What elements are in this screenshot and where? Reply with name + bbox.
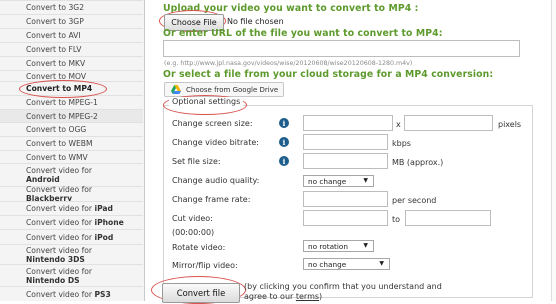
sidebar-item[interactable]: Convert to AVI	[0, 28, 143, 42]
audio-quality-value: no change	[308, 176, 347, 186]
sidebar-item[interactable]: Convert to OGG	[0, 122, 143, 136]
sidebar-item[interactable]: Convert video for Nintendo 3DS	[0, 244, 143, 264]
sidebar-item-device: iPhone	[94, 218, 124, 227]
sidebar-item-label: Convert video for	[26, 232, 93, 242]
dropdown-arrow-icon: ▼	[379, 260, 384, 267]
sidebar-item-label: Convert video for	[26, 245, 93, 255]
sidebar-item[interactable]: Convert to FLV	[0, 42, 143, 56]
screen-width-input[interactable]	[303, 115, 393, 131]
sidebar-item-inline-label: Convert video for iPod	[26, 233, 143, 242]
no-file-chosen-text: No file chosen	[227, 17, 284, 26]
audio-quality-select[interactable]: no change ▼	[303, 175, 374, 187]
frame-rate-unit: per second	[392, 196, 437, 205]
url-input[interactable]	[163, 40, 520, 57]
sidebar-item-label: Convert video for	[26, 289, 93, 299]
file-size-label: Set file size:	[172, 157, 221, 166]
sidebar-item-label: Convert video for	[26, 166, 93, 175]
sidebar-item-label: Convert to MPEG-1	[26, 98, 98, 107]
sidebar-item-label: Convert to 3GP	[26, 17, 84, 26]
terms-notice-after: )	[319, 292, 323, 301]
cut-to-label: to	[392, 215, 401, 224]
optional-settings-legend: Optional settings	[169, 97, 244, 106]
sidebar-item-label: Convert to MOV	[26, 71, 87, 81]
file-size-unit: MB (approx.)	[392, 158, 444, 167]
video-bitrate-info-icon[interactable]: i	[279, 137, 289, 147]
rotate-video-label: Rotate video:	[172, 243, 226, 252]
terms-link[interactable]: terms	[296, 292, 319, 301]
sidebar-item-label: Convert to AVI	[26, 31, 81, 40]
screen-size-info-icon[interactable]: i	[279, 118, 289, 128]
sidebar-item[interactable]: Convert to WMV	[0, 150, 143, 163]
sidebar-item-label: Convert to WMV	[26, 152, 88, 162]
mirror-video-select[interactable]: no change ▼	[303, 258, 390, 270]
sidebar-item-device: iPad	[94, 204, 113, 213]
sidebar-item-label: Convert to OGG	[26, 125, 87, 134]
sidebar-item-label: Convert video for	[26, 185, 93, 194]
sidebar-item[interactable]: Convert to WEBM	[0, 136, 143, 150]
sidebar-item-device: Nintendo DS	[26, 275, 80, 285]
terms-notice-before: (by clicking you confirm that you unders…	[244, 282, 442, 301]
sidebar-item[interactable]: Convert video for iPhone	[0, 215, 143, 229]
sidebar-item[interactable]: Convert to 3G2	[0, 0, 143, 14]
sidebar-item-label: Convert to MKV	[26, 59, 86, 68]
sidebar-item-inline-label: Convert video for iPad	[26, 204, 143, 213]
rotate-video-value: no rotation	[308, 241, 349, 251]
dropdown-arrow-icon: ▼	[363, 177, 368, 184]
main-content: Upload your video you want to convert to…	[145, 0, 556, 304]
audio-quality-label: Change audio quality:	[172, 176, 260, 185]
cut-video-label: Cut video:	[172, 214, 213, 223]
video-bitrate-label: Change video bitrate:	[172, 138, 259, 147]
sidebar-item-label: Convert to MPEG-2	[26, 111, 98, 121]
cut-time-format-hint: (00:00:00)	[172, 228, 215, 237]
sidebar-item[interactable]: Convert video for iPod	[0, 229, 143, 244]
screen-size-unit: pixels	[498, 120, 522, 129]
url-heading: Or enter URL of the file you want to con…	[163, 28, 443, 39]
sidebar-item-device: Nintendo 3DS	[26, 254, 85, 264]
google-drive-button[interactable]: Choose from Google Drive	[164, 82, 284, 97]
convert-file-button[interactable]: Convert file	[162, 283, 240, 303]
video-bitrate-input[interactable]	[303, 134, 388, 150]
file-size-input[interactable]	[303, 153, 388, 169]
sidebar-item[interactable]: Convert video for Nintendo DS	[0, 264, 143, 286]
screen-size-x-label: x	[396, 120, 401, 129]
sidebar-item-label: Convert video for	[26, 204, 93, 213]
sidebar-item-label: Convert to WEBM	[26, 139, 93, 148]
sidebar-item[interactable]: Convert video for Android	[0, 163, 143, 186]
cut-start-input[interactable]	[303, 210, 388, 226]
mirror-video-label: Mirror/flip video:	[172, 261, 238, 270]
cut-end-input[interactable]	[405, 210, 491, 226]
sidebar-item-device: iPod	[94, 232, 114, 242]
sidebar-item[interactable]: Convert to MPEG-2	[0, 109, 143, 122]
sidebar-item-device: PS3	[94, 289, 111, 299]
sidebar-item[interactable]: Convert video for iPad	[0, 201, 143, 215]
mirror-video-value: no change	[308, 259, 347, 269]
sidebar-item-label: Convert video for	[26, 218, 93, 227]
frame-rate-input[interactable]	[303, 191, 388, 207]
screen-size-label: Change screen size:	[172, 119, 253, 128]
sidebar-item[interactable]: Convert to 3GP	[0, 14, 143, 28]
rotate-video-select[interactable]: no rotation ▼	[303, 240, 374, 252]
google-drive-icon	[171, 85, 181, 94]
terms-notice: (by clicking you confirm that you unders…	[244, 282, 458, 302]
sidebar-item-label: Convert to 3G2	[26, 3, 85, 12]
google-drive-label: Choose from Google Drive	[186, 85, 279, 94]
sidebar-item[interactable]: Convert video for Blackberry	[0, 185, 143, 203]
selected-item-highlight-oval	[19, 80, 107, 98]
sidebar-item-label: Convert video for	[26, 266, 93, 276]
url-example-text: (e.g. http://www.jpl.nasa.gov/videos/wis…	[164, 60, 413, 67]
page-scrollbar[interactable]	[551, 0, 556, 301]
sidebar-item[interactable]: Convert to MKV	[0, 56, 143, 70]
sidebar-item-device: Android	[26, 175, 60, 184]
dropdown-arrow-icon: ▼	[363, 242, 368, 249]
frame-rate-label: Change frame rate:	[172, 195, 251, 204]
sidebar-item-inline-label: Convert video for PS3	[26, 290, 143, 299]
cloud-heading: Or select a file from your cloud storage…	[163, 69, 494, 80]
screen-height-input[interactable]	[404, 115, 493, 131]
converter-sidebar: Convert to 3G2 Convert to 3GP Convert to A…	[0, 0, 145, 301]
sidebar-item[interactable]: Convert video for PS3	[0, 286, 143, 301]
file-size-info-icon[interactable]: i	[279, 156, 289, 166]
sidebar-item-inline-label: Convert video for iPhone	[26, 218, 143, 227]
sidebar-item-label: Convert to FLV	[26, 45, 82, 54]
video-bitrate-unit: kbps	[392, 139, 411, 148]
